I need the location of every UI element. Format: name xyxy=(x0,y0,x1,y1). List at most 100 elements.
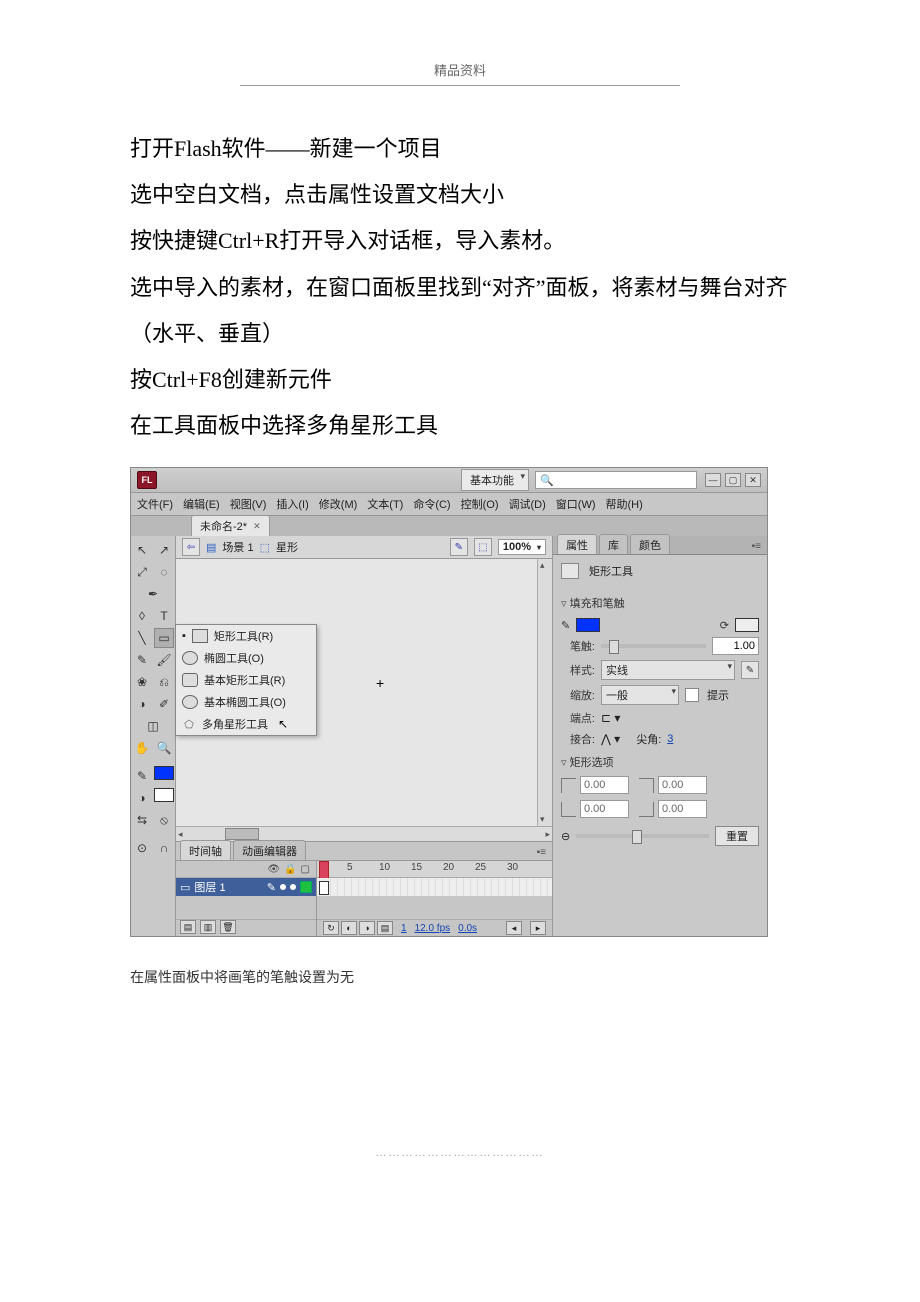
tab-properties[interactable]: 属性 xyxy=(557,534,597,554)
onion-skin-button[interactable]: ◐ xyxy=(341,921,357,935)
maximize-button[interactable]: ▢ xyxy=(725,473,741,487)
zoom-dropdown[interactable]: 100% ▾ xyxy=(498,539,546,555)
stroke-slider[interactable] xyxy=(601,644,706,648)
outline-icon[interactable]: ▢ xyxy=(301,864,310,875)
scroll-left-button[interactable]: ◂ xyxy=(506,921,522,935)
loop-button[interactable]: ↻ xyxy=(323,921,339,935)
close-icon[interactable]: ✕ xyxy=(253,521,261,532)
panel-menu-icon[interactable]: ▪≡ xyxy=(531,845,552,860)
onion-outline-button[interactable]: ◑ xyxy=(359,921,375,935)
frame-ruler[interactable]: 5 10 15 20 25 30 xyxy=(317,861,552,878)
search-input[interactable] xyxy=(558,472,692,488)
menu-file[interactable]: 文件(F) xyxy=(137,496,173,512)
menu-control[interactable]: 控制(O) xyxy=(461,496,499,512)
pen-tool-icon[interactable]: ✒ xyxy=(143,584,163,604)
fill-color-swatch[interactable] xyxy=(735,618,759,632)
vertical-scrollbar[interactable] xyxy=(537,559,552,826)
stroke-color-swatch[interactable] xyxy=(154,766,174,780)
corner-slider[interactable] xyxy=(576,834,709,838)
close-button[interactable]: ✕ xyxy=(745,473,761,487)
fill-color-swatch[interactable] xyxy=(154,788,174,802)
eraser-tool-icon[interactable]: ◫ xyxy=(143,716,163,736)
breadcrumb-symbol[interactable]: 星形 xyxy=(276,539,298,555)
line-tool-icon[interactable]: ╲ xyxy=(132,628,152,648)
scale-dropdown[interactable]: 一般 xyxy=(601,685,679,705)
bone-tool-icon[interactable]: ⎌ xyxy=(154,672,174,692)
menu-insert[interactable]: 插入(I) xyxy=(276,496,308,512)
corner-bl-input[interactable] xyxy=(580,800,629,818)
panel-menu-icon[interactable]: ▪≡ xyxy=(746,539,767,554)
tab-library[interactable]: 库 xyxy=(599,534,628,554)
cap-dropdown[interactable]: ⊏ ▾ xyxy=(601,711,620,725)
stroke-color-swatch[interactable] xyxy=(576,618,600,632)
stroke-value-input[interactable] xyxy=(712,637,759,655)
search-box[interactable]: 🔍 xyxy=(535,471,697,489)
miter-value[interactable]: 3 xyxy=(667,733,673,745)
new-layer-button[interactable]: ▤ xyxy=(180,920,196,934)
scroll-right-button[interactable]: ▸ xyxy=(530,921,546,935)
swap-colors-icon[interactable]: ⇆ xyxy=(132,810,152,830)
minimize-button[interactable]: — xyxy=(705,473,721,487)
section-rect-options[interactable]: 矩形选项 xyxy=(561,752,759,772)
edit-style-button[interactable]: ✎ xyxy=(741,661,759,679)
brush-tool-icon[interactable]: 🖌 xyxy=(154,650,174,670)
zoom-tool-icon[interactable]: 🔍 xyxy=(154,738,174,758)
horizontal-scrollbar[interactable] xyxy=(176,826,552,841)
rectangle-tool-icon[interactable]: ▭ xyxy=(154,628,174,648)
lock-icon[interactable]: 🔒 xyxy=(284,864,296,875)
text-tool-icon[interactable]: T xyxy=(154,606,174,626)
deco-tool-icon[interactable]: ❀ xyxy=(132,672,152,692)
playhead-icon[interactable] xyxy=(319,861,329,879)
frame-lane[interactable] xyxy=(317,878,552,896)
edit-symbol-button[interactable]: ⬚ xyxy=(474,538,492,556)
paint-bucket-tool-icon[interactable]: ◑ xyxy=(132,694,152,714)
no-color-icon[interactable]: ⦸ xyxy=(154,810,174,830)
tab-swatches[interactable]: 颜色 xyxy=(630,534,670,554)
breadcrumb-scene[interactable]: 场景 1 xyxy=(222,539,253,555)
flyout-primitive-oval-tool[interactable]: 基本椭圆工具(O) xyxy=(176,691,316,713)
swap-fill-stroke-icon[interactable]: ⟳ xyxy=(720,619,729,632)
option-magnet-icon[interactable]: ∩ xyxy=(154,838,174,858)
selection-tool-icon[interactable]: ↖ xyxy=(132,540,152,560)
section-fill-stroke[interactable]: 填充和笔触 xyxy=(561,593,759,613)
layer-row[interactable]: ▭ 图层 1 ✎ xyxy=(176,878,316,896)
flyout-primitive-rectangle-tool[interactable]: 基本矩形工具(R) xyxy=(176,669,316,691)
workspace-dropdown[interactable]: 基本功能 xyxy=(461,469,529,491)
menu-text[interactable]: 文本(T) xyxy=(367,496,403,512)
menu-edit[interactable]: 编辑(E) xyxy=(183,496,220,512)
corner-tr-input[interactable] xyxy=(658,776,707,794)
lasso-tool-icon[interactable]: ◌ xyxy=(154,562,174,582)
pencil-tool-icon[interactable]: ✎ xyxy=(132,650,152,670)
subselection-tool-icon[interactable]: ↗ xyxy=(154,540,174,560)
menu-help[interactable]: 帮助(H) xyxy=(606,496,643,512)
flyout-polystar-tool[interactable]: ⬠多角星形工具 ↖ xyxy=(176,713,316,735)
edit-scene-button[interactable]: ✎ xyxy=(450,538,468,556)
eyedropper-tool-icon[interactable]: ✐ xyxy=(154,694,174,714)
hint-checkbox[interactable] xyxy=(685,688,699,702)
menu-debug[interactable]: 调试(D) xyxy=(509,496,546,512)
hand-tool-icon[interactable]: ✋ xyxy=(132,738,152,758)
flyout-oval-tool[interactable]: 椭圆工具(O) xyxy=(176,647,316,669)
back-button[interactable]: ⇦ xyxy=(182,538,200,556)
corner-tl-input[interactable] xyxy=(580,776,629,794)
menu-window[interactable]: 窗口(W) xyxy=(556,496,596,512)
menu-view[interactable]: 视图(V) xyxy=(230,496,267,512)
option-snap-icon[interactable]: ⊙ xyxy=(132,838,152,858)
corner-br-input[interactable] xyxy=(658,800,707,818)
join-dropdown[interactable]: ⋀ ▾ xyxy=(601,732,620,746)
new-folder-button[interactable]: ▥ xyxy=(200,920,216,934)
tab-motion-editor[interactable]: 动画编辑器 xyxy=(233,840,306,860)
flyout-rectangle-tool[interactable]: ▪矩形工具(R) xyxy=(176,625,316,647)
delete-layer-button[interactable]: 🗑 xyxy=(220,920,236,934)
menu-modify[interactable]: 修改(M) xyxy=(319,496,358,512)
free-transform-tool-icon[interactable]: ⤢ xyxy=(132,562,152,582)
tab-timeline[interactable]: 时间轴 xyxy=(180,840,231,860)
style-dropdown[interactable]: 实线 xyxy=(601,660,735,680)
keyframe-icon[interactable] xyxy=(319,881,329,895)
edit-multi-button[interactable]: ▤ xyxy=(377,921,393,935)
reset-button[interactable]: 重置 xyxy=(715,826,759,846)
pen-add-tool-icon[interactable]: ◊ xyxy=(132,606,152,626)
menu-commands[interactable]: 命令(C) xyxy=(413,496,450,512)
eye-icon[interactable]: 👁 xyxy=(267,864,280,875)
document-tab[interactable]: 未命名-2* ✕ xyxy=(191,515,270,536)
